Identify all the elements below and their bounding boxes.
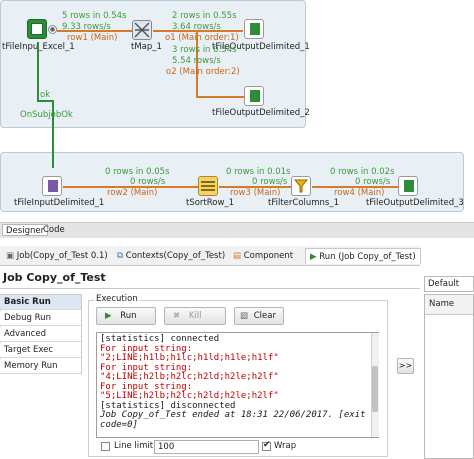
component-label: tSortRow_1 xyxy=(186,198,235,208)
run-button[interactable]: ▶ Run xyxy=(96,307,156,325)
execution-label: Execution xyxy=(94,294,140,304)
row2-label: row2 (Main) xyxy=(107,188,158,198)
run-button-label: Run xyxy=(120,311,137,321)
sidebar-item-advanced-settings[interactable]: Advanced settings xyxy=(0,327,81,354)
run-icon: ▶ xyxy=(310,252,317,262)
tab-job[interactable]: ▣ Job(Copy_of_Test 0.1) xyxy=(6,248,108,264)
output-file-icon[interactable] xyxy=(398,176,418,196)
sidebar-item-debug-run[interactable]: Debug Run xyxy=(0,311,81,326)
connector-dot: ● xyxy=(48,25,57,34)
tab-component[interactable]: ▤ Component xyxy=(233,248,293,264)
row3-stats: 0 rows in 0.01s xyxy=(226,167,291,177)
o2-label: o2 (Main order:2) xyxy=(166,67,240,77)
tab-run[interactable]: ▶ Run (Job Copy_of_Test) xyxy=(305,248,421,264)
console-output[interactable]: [statistics] connected For input string: "… xyxy=(96,332,379,438)
clear-icon: ▧ xyxy=(240,311,249,321)
console-line: Job Copy_of_Test ended at 18:31 22/06/20… xyxy=(100,410,366,420)
output-file-icon[interactable] xyxy=(244,86,264,106)
sidebar-item-memory-run[interactable]: Memory Run xyxy=(0,359,81,374)
onsubjobok-label: OnSubjobOk xyxy=(20,110,73,120)
row3-rate: 0 rows/s xyxy=(252,177,288,187)
tmap-icon[interactable] xyxy=(132,20,152,40)
o2-stats: 3 rows in 0.54s xyxy=(172,45,237,55)
job-icon: ▣ xyxy=(6,251,15,261)
onsubjobok-link[interactable] xyxy=(37,42,39,102)
excel-icon xyxy=(27,19,47,39)
sidebar-item-target-exec[interactable]: Target Exec xyxy=(0,343,81,358)
tab-contexts[interactable]: ⧉ Contexts(Copy_of_Test) xyxy=(117,248,225,264)
row1-label: row1 (Main) xyxy=(67,33,118,43)
component-icon: ▤ xyxy=(233,251,242,261)
context-table[interactable] xyxy=(424,294,474,459)
sort-icon[interactable] xyxy=(198,176,218,196)
column-header-name: Name xyxy=(429,299,455,309)
check-icon: ✔ xyxy=(263,440,271,450)
onsubjobok-link[interactable] xyxy=(37,100,53,102)
row4-rate: 0 rows/s xyxy=(355,177,391,187)
line-limit-label: Line limit xyxy=(114,441,154,451)
tab-label: Job(Copy_of_Test 0.1) xyxy=(16,251,108,261)
component-label: tFileOutputDelimited_3 xyxy=(366,198,464,208)
tab-label: Contexts(Copy_of_Test) xyxy=(125,251,226,261)
tab-label: Component xyxy=(243,251,294,261)
clear-button-label: Clear xyxy=(253,311,276,321)
o1-stats: 2 rows in 0.55s xyxy=(172,11,237,21)
component-label: tMap_1 xyxy=(131,42,162,52)
row1-stats: 5 rows in 0.54s xyxy=(62,11,127,21)
scrollbar-thumb[interactable] xyxy=(372,366,378,412)
stop-icon: ✖ xyxy=(173,311,181,321)
context-selected-value: Default xyxy=(428,279,460,289)
input-file-icon[interactable] xyxy=(42,176,62,196)
row4-stats: 0 rows in 0.02s xyxy=(330,167,395,177)
design-canvas[interactable]: ● tFileInpu_Excel_1 5 rows in 0.54s 9.33… xyxy=(0,0,474,222)
tab-label: Run (Job Copy_of_Test) xyxy=(319,252,416,262)
o2-rate: 5.54 rows/s xyxy=(172,56,221,66)
row4-label: row4 (Main) xyxy=(334,188,385,198)
filter-icon[interactable] xyxy=(291,176,311,196)
o2-link[interactable] xyxy=(196,96,244,98)
sidebar-item-basic-run[interactable]: Basic Run xyxy=(0,295,81,310)
console-line: code=0] xyxy=(100,419,138,430)
title-divider xyxy=(0,288,420,289)
component-label: tFilterColumns_1 xyxy=(268,198,340,208)
row3-label: row3 (Main) xyxy=(230,188,281,198)
move-right-button[interactable]: >> xyxy=(397,358,414,374)
wrap-label: Wrap xyxy=(274,441,297,451)
context-select[interactable]: Default xyxy=(424,276,474,292)
kill-button[interactable]: ✖ Kill xyxy=(164,307,226,325)
row1-rate: 9.33 rows/s xyxy=(62,22,111,32)
tab-code[interactable]: Code xyxy=(40,224,68,236)
kill-button-label: Kill xyxy=(188,311,202,321)
row2-stats: 0 rows in 0.05s xyxy=(105,167,170,177)
clear-button[interactable]: ▧ Clear xyxy=(234,307,284,325)
row2-rate: 0 rows/s xyxy=(130,177,166,187)
line-limit-input[interactable]: 100 xyxy=(154,440,259,454)
tfileinputexcel-component[interactable] xyxy=(27,19,47,39)
page-title: Job Copy_of_Test xyxy=(3,271,106,284)
play-icon: ▶ xyxy=(105,311,112,321)
context-table-header: Name xyxy=(425,295,473,315)
ok-label: ok xyxy=(40,90,51,100)
output-file-icon[interactable] xyxy=(244,19,264,39)
component-label: tFileOutputDelimited_2 xyxy=(212,108,310,118)
editor-tab-bar xyxy=(0,222,474,238)
contexts-icon: ⧉ xyxy=(117,251,124,261)
line-limit-checkbox[interactable] xyxy=(101,442,110,451)
wrap-checkbox[interactable]: ✔ xyxy=(262,440,271,451)
component-label: tFileInputDelimited_1 xyxy=(14,198,105,208)
